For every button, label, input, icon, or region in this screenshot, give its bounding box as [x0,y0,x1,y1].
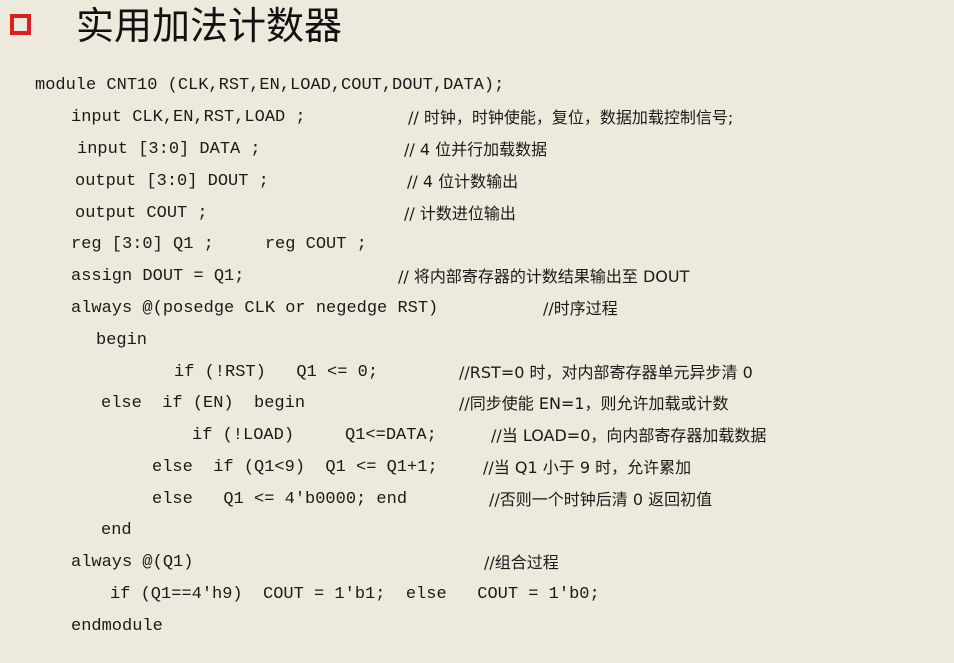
code-comment: //当 LOAD=0，向内部寄存器加载数据 [491,426,767,445]
code-line: reg [3:0] Q1 ; reg COUT ; [71,235,367,254]
code-line: else if (EN) begin [101,394,306,413]
code-comment: //当 Q1 小于 9 时，允许累加 [483,458,692,477]
code-comment: //同步使能 EN=1，则允许加载或计数 [459,394,729,413]
code-comment: // 将内部寄存器的计数结果输出至 DOUT [398,267,690,286]
code-line: begin [96,331,148,350]
code-line: endmodule [71,617,163,636]
code-line: always @(Q1) [71,553,194,572]
code-line: if (Q1==4'h9) COUT = 1'b1; else COUT = 1… [110,585,600,604]
code-line: output [3:0] DOUT ; [75,172,269,191]
code-line: if (!LOAD) Q1<=DATA; [192,426,437,445]
code-comment: // 4 位计数输出 [407,172,519,191]
code-comment: //时序过程 [543,299,618,318]
code-line: assign DOUT = Q1; [71,267,245,286]
code-comment: //组合过程 [484,553,559,572]
code-line: else if (Q1<9) Q1 <= Q1+1; [152,458,438,477]
code-line: end [101,521,132,540]
code-line: input CLK,EN,RST,LOAD ; [71,108,306,127]
title-bar: 实用加法计数器 [0,0,954,56]
page-title: 实用加法计数器 [76,4,343,48]
code-comment: //否则一个时钟后清 0 返回初值 [489,490,713,509]
code-comment: //RST=0 时，对内部寄存器单元异步清 0 [459,363,753,382]
square-bullet-icon [10,14,31,35]
code-line: if (!RST) Q1 <= 0; [174,363,379,382]
code-line: module CNT10 (CLK,RST,EN,LOAD,COUT,DOUT,… [35,76,505,95]
code-comment: // 时钟，时钟使能，复位，数据加载控制信号; [408,108,734,127]
code-line: input [3:0] DATA ; [77,140,261,159]
code-line: output COUT ; [75,204,208,223]
code-comment: // 4 位并行加载数据 [404,140,548,159]
code-comment: // 计数进位输出 [404,204,516,223]
code-line: else Q1 <= 4'b0000; end [152,490,408,509]
code-line: always @(posedge CLK or negedge RST) [71,299,439,318]
